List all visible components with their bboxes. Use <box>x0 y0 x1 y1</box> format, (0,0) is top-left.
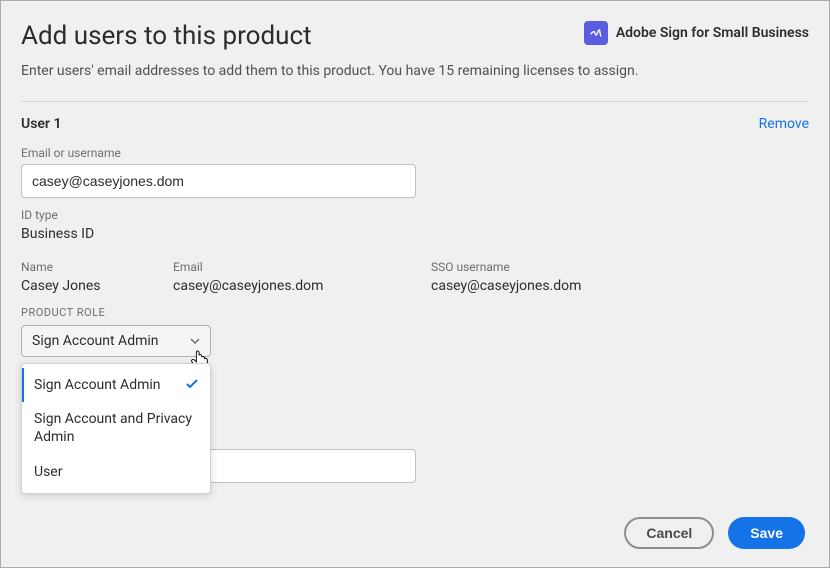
sso-value: casey@caseyjones.dom <box>431 278 731 294</box>
user-1-label: User 1 <box>21 116 61 132</box>
divider <box>21 101 809 102</box>
sso-label: SSO username <box>431 260 731 274</box>
cancel-button[interactable]: Cancel <box>624 517 714 549</box>
id-type-label: ID type <box>21 208 809 222</box>
dropdown-option-label: Sign Account Admin <box>34 376 161 394</box>
product-role-label: PRODUCT ROLE <box>21 306 809 319</box>
product-name: Adobe Sign for Small Business <box>616 25 809 41</box>
remove-link[interactable]: Remove <box>759 116 809 132</box>
page-title: Add users to this product <box>21 21 312 51</box>
dropdown-option-sign-account-privacy-admin[interactable]: Sign Account and Privacy Admin <box>22 402 210 454</box>
name-value: Casey Jones <box>21 278 173 294</box>
chevron-down-icon <box>190 336 200 346</box>
product-role-dropdown[interactable]: Sign Account Admin <box>21 325 211 357</box>
save-button[interactable]: Save <box>728 517 805 549</box>
dropdown-option-sign-account-admin[interactable]: Sign Account Admin <box>22 368 210 402</box>
email-field-label: Email or username <box>21 146 809 160</box>
adobe-sign-icon <box>584 21 608 45</box>
dropdown-option-label: Sign Account and Privacy Admin <box>34 410 198 446</box>
id-type-value: Business ID <box>21 226 809 242</box>
dropdown-menu: Sign Account Admin Sign Account and Priv… <box>21 363 211 494</box>
check-icon <box>186 376 198 394</box>
email-col-value: casey@caseyjones.dom <box>173 278 431 294</box>
email-input[interactable] <box>21 164 416 198</box>
product-badge: Adobe Sign for Small Business <box>584 21 809 45</box>
subtitle: Enter users' email addresses to add them… <box>21 63 809 79</box>
dropdown-selected-text: Sign Account Admin <box>32 333 159 349</box>
dropdown-option-label: User <box>34 463 62 481</box>
email-col-label: Email <box>173 260 431 274</box>
name-label: Name <box>21 260 173 274</box>
dropdown-option-user[interactable]: User <box>22 455 210 489</box>
